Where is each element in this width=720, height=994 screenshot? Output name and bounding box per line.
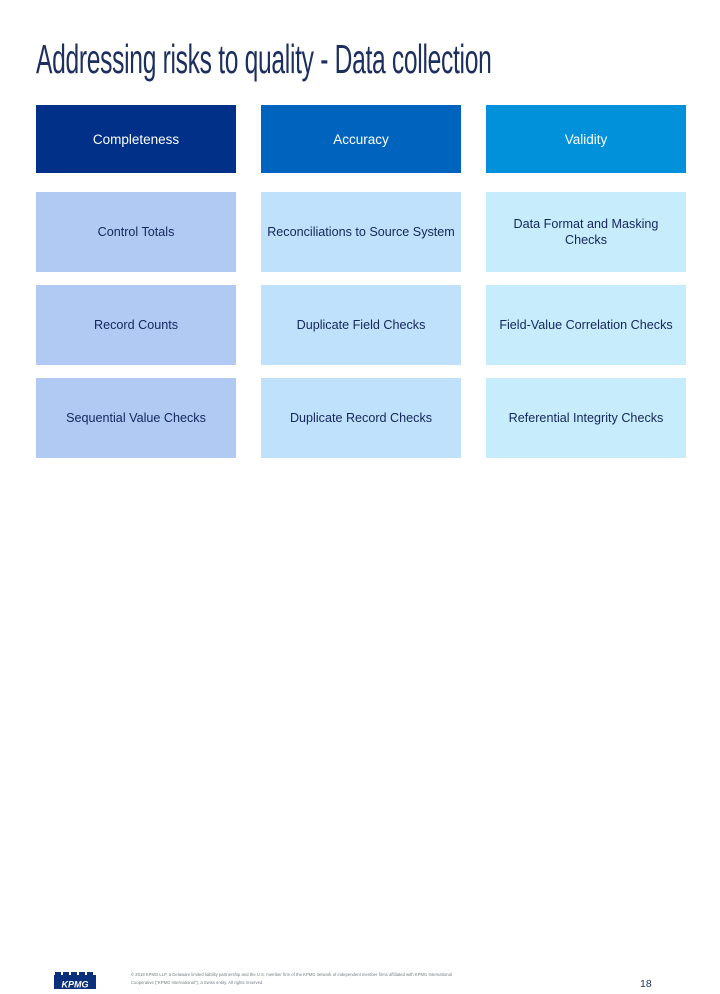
column-completeness: Completeness Control Totals Record Count… [36, 105, 236, 458]
cell-accuracy-1[interactable]: Reconciliations to Source System [261, 192, 461, 272]
cell-accuracy-3[interactable]: Duplicate Record Checks [261, 378, 461, 458]
column-accuracy: Accuracy Reconciliations to Source Syste… [261, 105, 461, 458]
cell-validity-1[interactable]: Data Format and Masking Checks [486, 192, 686, 272]
cell-validity-2[interactable]: Field-Value Correlation Checks [486, 285, 686, 365]
risk-matrix-grid: Completeness Control Totals Record Count… [36, 105, 686, 458]
cell-validity-3[interactable]: Referential Integrity Checks [486, 378, 686, 458]
column-header-accuracy[interactable]: Accuracy [261, 105, 461, 173]
cell-completeness-3[interactable]: Sequential Value Checks [36, 378, 236, 458]
copyright-line-2: Cooperative ("KPMG International"), a Sw… [131, 980, 264, 986]
svg-text:KPMG: KPMG [62, 980, 89, 990]
cell-accuracy-2[interactable]: Duplicate Field Checks [261, 285, 461, 365]
copyright-notice: © 2018 KPMG LLP, a Delaware limited liab… [131, 971, 611, 988]
column-header-validity[interactable]: Validity [486, 105, 686, 173]
page-title: Addressing risks to quality - Data colle… [36, 36, 492, 82]
page-number: 18 [640, 978, 652, 990]
copyright-line-1: © 2018 KPMG LLP, a Delaware limited liab… [131, 972, 452, 977]
cell-completeness-1[interactable]: Control Totals [36, 192, 236, 272]
cell-completeness-2[interactable]: Record Counts [36, 285, 236, 365]
column-validity: Validity Data Format and Masking Checks … [486, 105, 686, 458]
slide-footer: KPMG © 2018 KPMG LLP, a Delaware limited… [0, 482, 720, 990]
column-header-completeness[interactable]: Completeness [36, 105, 236, 173]
kpmg-logo: KPMG [54, 972, 96, 994]
slide-canvas: Addressing risks to quality - Data colle… [0, 0, 720, 990]
